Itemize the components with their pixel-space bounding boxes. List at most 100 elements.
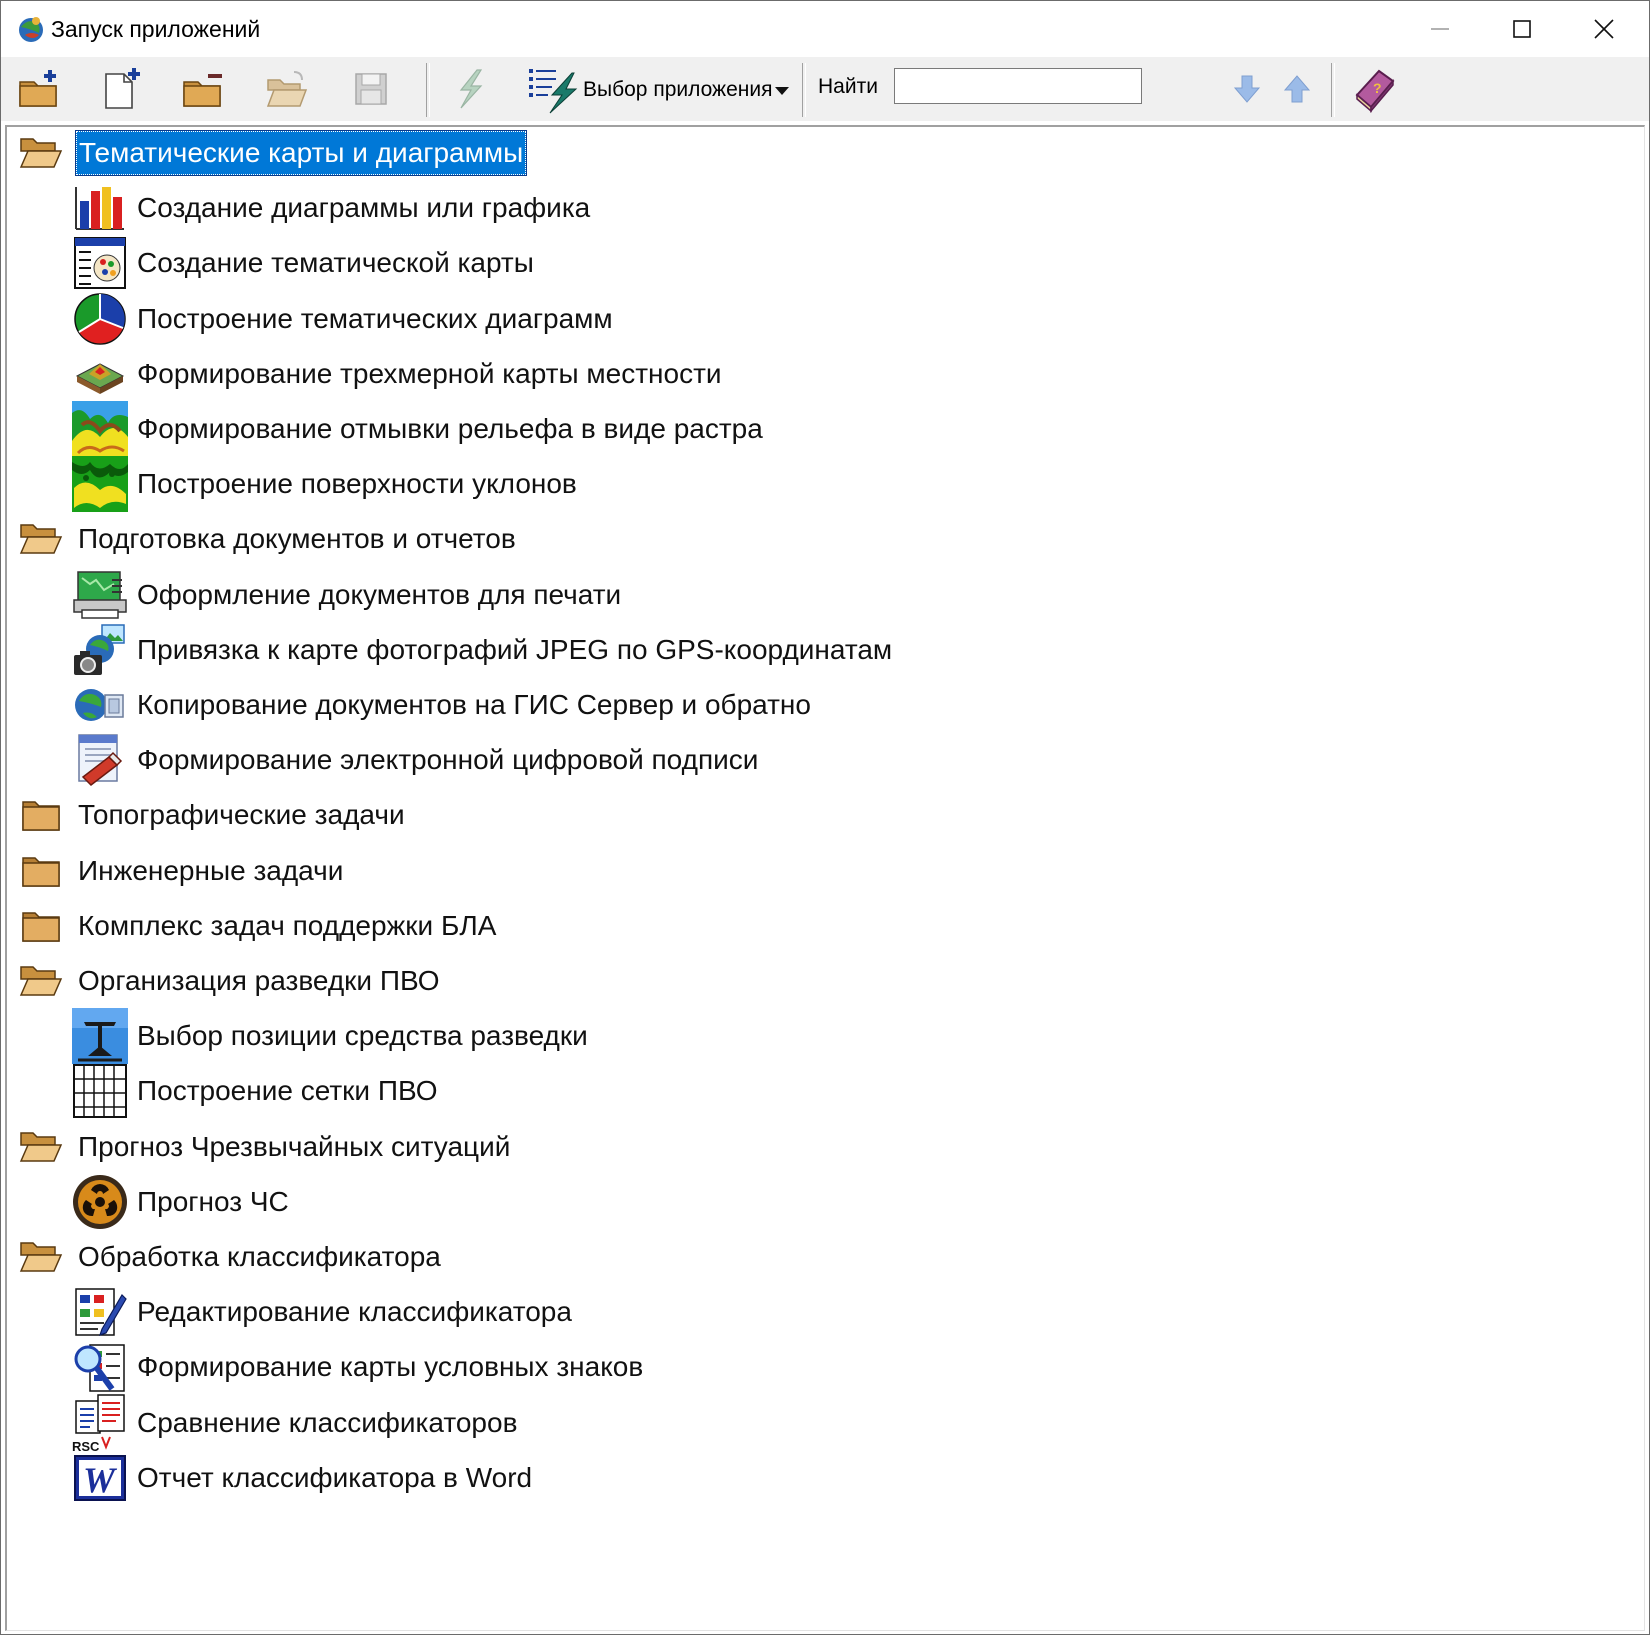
tree-category[interactable]: Организация разведки ПВО: [19, 952, 443, 1010]
grid-icon: [72, 1063, 128, 1119]
minimize-button[interactable]: [1399, 1, 1481, 57]
tree-application[interactable]: Создание диаграммы или графика: [72, 179, 593, 237]
application-label: Формирование отмывки рельефа в виде раст…: [137, 413, 763, 444]
tree-application[interactable]: Построение сетки ПВО: [72, 1062, 440, 1120]
svg-text:W: W: [83, 1460, 118, 1500]
select-application-dropdown[interactable]: Выбор приложения: [526, 63, 796, 115]
category-label: Топографические задачи: [78, 799, 405, 831]
tree-application[interactable]: Копирование документов на ГИС Сервер и о…: [72, 676, 814, 734]
tree-application[interactable]: Построение тематических диаграмм: [72, 290, 616, 348]
application-tree[interactable]: Тематические карты и диаграммы Создание д…: [5, 125, 1645, 1631]
tree-application[interactable]: Создание тематической карты: [72, 234, 537, 292]
tree-category[interactable]: Обработка классификатора: [19, 1228, 444, 1286]
folder-icon: [19, 843, 63, 899]
add-group-button[interactable]: [13, 63, 65, 115]
find-input[interactable]: [894, 68, 1142, 104]
category-label: Прогноз Чрезвычайных ситуаций: [78, 1130, 511, 1162]
application-label: Создание тематической карты: [137, 247, 534, 279]
folder-icon: [19, 898, 63, 954]
tree-application[interactable]: Построение поверхности уклонов: [72, 455, 580, 513]
remove-folder-icon: [183, 74, 222, 107]
app-launcher-icon: [19, 17, 43, 42]
save-button[interactable]: [345, 63, 397, 115]
title-bar: Запуск приложений: [1, 1, 1649, 57]
add-folder-icon: [19, 70, 57, 107]
add-application-button[interactable]: [95, 63, 147, 115]
tree-application[interactable]: Выбор позиции средства разведки: [72, 1007, 591, 1065]
category-label: Организация разведки ПВО: [78, 965, 440, 996]
maximize-icon: [1513, 20, 1531, 38]
digital-signature-icon: [72, 732, 128, 788]
help-button[interactable]: ?: [1349, 63, 1401, 115]
tree-application[interactable]: Редактирование классификатора: [72, 1283, 575, 1341]
tree-application[interactable]: RSC Сравнение классификаторов: [72, 1393, 520, 1453]
tree-category[interactable]: Тематические карты и диаграммы: [19, 127, 528, 182]
remove-button[interactable]: [177, 63, 229, 115]
application-label: Построение сетки ПВО: [137, 1075, 438, 1107]
toolbar: Выбор приложения Найти ?: [1, 57, 1649, 121]
find-previous-button[interactable]: [1271, 63, 1323, 115]
category-label: Тематические карты и диаграммы: [75, 130, 528, 176]
tree-category[interactable]: Прогноз Чрезвычайных ситуаций: [19, 1118, 513, 1176]
tree-application[interactable]: Прогноз ЧС: [72, 1173, 292, 1231]
folder-icon: [19, 787, 63, 843]
app-launcher-window: Запуск приложений Выбор приложения Найти…: [0, 0, 1650, 1635]
find-next-button[interactable]: [1221, 63, 1273, 115]
radar-position-icon: [72, 1008, 128, 1065]
application-label: Формирование трехмерной карты местности: [137, 357, 722, 389]
run-button[interactable]: [444, 63, 496, 115]
photo-gps-icon: [72, 622, 128, 678]
folder-open-icon: [19, 1119, 63, 1175]
select-application-label: Выбор приложения: [583, 78, 773, 101]
category-label: Подготовка документов и отчетов: [78, 523, 516, 555]
print-layout-icon: [72, 567, 128, 623]
application-label: Редактирование классификатора: [137, 1296, 572, 1328]
application-label: Построение тематических диаграмм: [137, 302, 613, 334]
tree-category[interactable]: Комплекс задач поддержки БЛА: [19, 897, 499, 955]
find-label: Найти: [818, 75, 878, 98]
application-label: Создание диаграммы или графика: [137, 192, 591, 224]
application-label: Привязка к карте фотографий JPEG по GPS-…: [137, 633, 893, 665]
toolbar-separator: [802, 63, 806, 117]
tree-application[interactable]: Привязка к карте фотографий JPEG по GPS-…: [72, 621, 895, 679]
tree-application[interactable]: Формирование трехмерной карты местности: [72, 345, 725, 403]
word-report-icon: W: [72, 1450, 128, 1506]
tree-application[interactable]: Формирование электронной цифровой подпис…: [72, 731, 761, 789]
open-folder-icon: [266, 71, 308, 107]
folder-open-icon: [19, 1229, 63, 1285]
pie-chart-icon: [72, 291, 128, 347]
application-label: Построение поверхности уклонов: [137, 468, 577, 500]
folder-open-icon: [19, 953, 63, 1009]
3d-terrain-icon: [72, 346, 128, 402]
application-label: Сравнение классификаторов: [137, 1406, 518, 1438]
maximize-button[interactable]: [1481, 1, 1563, 57]
help-book-icon: ?: [1355, 69, 1395, 113]
toolbar-separator: [426, 63, 430, 117]
tree-application[interactable]: Оформление документов для печати: [72, 566, 624, 624]
relief-raster-icon: [72, 401, 128, 457]
lightning-icon: [459, 69, 483, 109]
folder-open-icon: [19, 127, 63, 181]
tree-application[interactable]: Формирование карты условных знаков: [72, 1338, 646, 1396]
arrow-up-icon: [1283, 75, 1311, 103]
classifier-edit-icon: [72, 1284, 128, 1340]
minimize-icon: [1431, 28, 1449, 30]
tree-category[interactable]: Топографические задачи: [19, 786, 408, 844]
category-label: Обработка классификатора: [78, 1241, 441, 1272]
application-label: Оформление документов для печати: [137, 578, 622, 610]
tree-application[interactable]: W Отчет классификатора в Word: [72, 1449, 535, 1507]
tree-application[interactable]: Формирование отмывки рельефа в виде раст…: [72, 400, 766, 458]
dropdown-arrow-icon: [775, 87, 789, 95]
tree-category[interactable]: Инженерные задачи: [19, 842, 346, 900]
close-icon: [1594, 19, 1614, 39]
application-label: Выбор позиции средства разведки: [137, 1020, 588, 1052]
close-button[interactable]: [1563, 1, 1645, 57]
tree-category[interactable]: Подготовка документов и отчетов: [19, 510, 519, 568]
category-label: Инженерные задачи: [78, 854, 344, 886]
open-button[interactable]: [261, 63, 313, 115]
slope-surface-icon: [72, 456, 128, 513]
application-label: Формирование карты условных знаков: [137, 1351, 644, 1383]
hazard-icon: [72, 1174, 128, 1230]
toolbar-separator: [1331, 63, 1335, 117]
folder-open-icon: [19, 511, 63, 567]
